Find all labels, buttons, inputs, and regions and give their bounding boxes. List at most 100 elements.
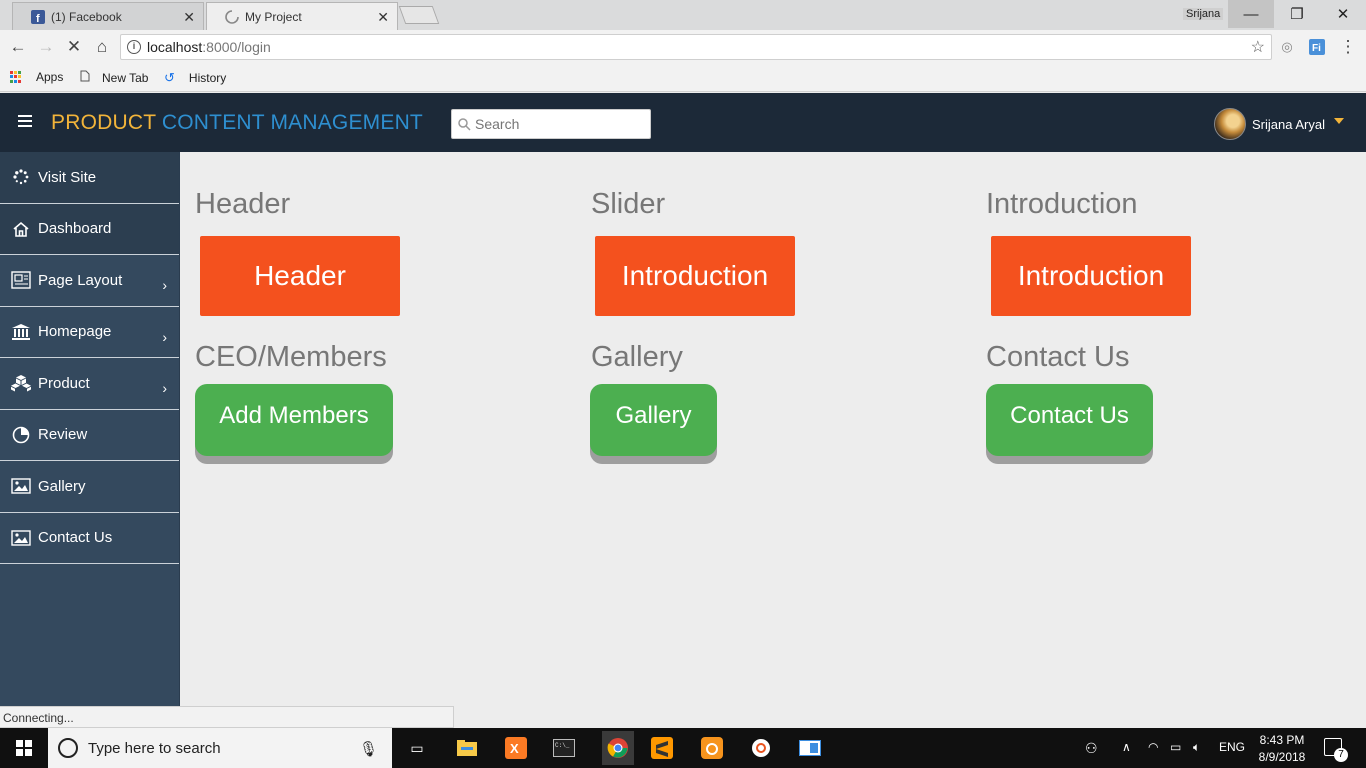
chevron-right-icon: ›: [162, 277, 167, 293]
bookmark-apps[interactable]: Apps: [10, 70, 63, 84]
section-title-ceo-members: CEO/Members: [195, 341, 387, 373]
section-title-gallery: Gallery: [591, 341, 683, 373]
extension-fi-icon[interactable]: Fi: [1307, 37, 1327, 57]
taskbar-search[interactable]: Type here to search 🎙: [48, 728, 392, 768]
browser-profile-name[interactable]: Srijana: [1183, 8, 1224, 20]
pie-chart-icon: [10, 425, 32, 445]
header-button[interactable]: Header: [200, 236, 400, 316]
clock-date: 8/9/2018: [1258, 750, 1306, 764]
new-tab-button[interactable]: [398, 6, 440, 24]
stop-loading-icon[interactable]: ✕: [64, 37, 84, 57]
cubes-icon: [10, 373, 32, 393]
volume-icon[interactable]: 🔈︎: [1193, 740, 1200, 755]
sublime-text-icon[interactable]: [650, 736, 674, 760]
svg-text:C:\_: C:\_: [555, 742, 570, 749]
xampp-icon[interactable]: X: [504, 736, 528, 760]
ubuntu-icon[interactable]: [749, 736, 773, 760]
tab-label: (1) Facebook: [51, 9, 122, 24]
wifi-icon[interactable]: ◠: [1148, 740, 1158, 754]
sidebar-item-page-layout[interactable]: Page Layout ›: [0, 255, 179, 307]
chrome-icon[interactable]: [602, 731, 634, 765]
tab-label: My Project: [245, 9, 302, 24]
search-box[interactable]: [451, 109, 651, 139]
close-window-icon[interactable]: ✕: [1320, 0, 1366, 28]
sidebar-item-label: Review: [38, 426, 88, 444]
home-icon[interactable]: ⌂: [92, 37, 112, 57]
sidebar-item-product[interactable]: Product ›: [0, 358, 179, 410]
home-icon: [10, 219, 32, 239]
svg-text:Fi: Fi: [1312, 43, 1321, 54]
add-members-button[interactable]: Add Members: [195, 384, 393, 456]
hamburger-menu-icon[interactable]: [18, 115, 32, 127]
brand-part-cms: CONTENT MANAGEMENT: [161, 111, 423, 134]
introduction-button[interactable]: Introduction: [991, 236, 1191, 316]
notification-center-icon[interactable]: 7: [1324, 738, 1348, 762]
facebook-icon: f: [31, 9, 45, 24]
sidebar-item-homepage[interactable]: Homepage ›: [0, 307, 179, 358]
tab-facebook[interactable]: f (1) Facebook ✕: [12, 2, 204, 30]
uc-browser-icon[interactable]: [700, 736, 724, 760]
taskbar-clock[interactable]: 8:43 PM 8/9/2018: [1254, 732, 1310, 766]
sidebar-item-label: Page Layout: [38, 271, 123, 289]
contact-us-button[interactable]: Contact Us: [986, 384, 1153, 456]
search-input[interactable]: [475, 116, 645, 132]
user-name: Srijana Aryal: [1252, 116, 1325, 132]
cortana-icon: [58, 738, 78, 758]
gallery-button[interactable]: Gallery: [590, 384, 717, 456]
people-icon[interactable]: ⚇: [1085, 740, 1098, 757]
svg-text:X: X: [510, 741, 519, 756]
browser-status: Connecting...: [0, 706, 454, 728]
dashboard-main: Header Header Slider Introduction Introd…: [180, 152, 1366, 706]
menu-icon[interactable]: ⋮: [1338, 37, 1358, 57]
task-view-icon[interactable]: ▭: [405, 736, 429, 760]
slider-introduction-button[interactable]: Introduction: [595, 236, 795, 316]
forward-icon[interactable]: →: [36, 37, 56, 57]
loading-spinner-icon: [225, 9, 239, 24]
caret-down-icon: [1333, 118, 1344, 124]
taskbar-search-text: Type here to search: [88, 739, 221, 757]
bookmark-new-tab[interactable]: New Tab: [80, 70, 148, 85]
sidebar-item-label: Gallery: [38, 477, 86, 495]
image-icon: [10, 528, 32, 548]
image-icon: [10, 476, 32, 496]
tab-my-project[interactable]: My Project ✕: [206, 2, 398, 30]
brand-title[interactable]: PRODUCT CONTENT MANAGEMENT: [51, 111, 423, 135]
url-input[interactable]: i localhost:8000/login ☆: [120, 34, 1272, 60]
language-indicator[interactable]: ENG: [1219, 740, 1245, 754]
avatar: [1214, 108, 1246, 140]
restore-icon[interactable]: ❐: [1274, 0, 1320, 28]
sidebar: Visit Site Dashboard Page Layout › Homep…: [0, 152, 180, 706]
sidebar-item-label: Visit Site: [38, 168, 97, 186]
sidebar-item-dashboard[interactable]: Dashboard: [0, 203, 179, 255]
windows-start-icon[interactable]: [16, 740, 32, 756]
file-explorer-icon[interactable]: [455, 736, 479, 760]
bank-icon: [10, 322, 32, 342]
close-tab-icon[interactable]: ✕: [183, 9, 195, 26]
url-host: localhost: [147, 39, 203, 55]
sidebar-item-contact-us[interactable]: Contact Us: [0, 513, 179, 564]
chevron-right-icon: ›: [162, 328, 167, 345]
sidebar-item-gallery[interactable]: Gallery: [0, 461, 179, 513]
microphone-icon[interactable]: 🎙: [359, 740, 378, 758]
chevron-right-icon: ›: [162, 380, 167, 396]
user-menu[interactable]: Srijana Aryal: [1214, 108, 1344, 140]
terminal-icon[interactable]: C:\_: [552, 736, 576, 760]
battery-icon[interactable]: ▭: [1170, 740, 1181, 754]
sidebar-item-label: Contact Us: [38, 529, 113, 547]
windows-taskbar: Type here to search 🎙 ▭ X C:\_ ⚇ ∧ ◠ ▭ 🔈…: [0, 728, 1366, 768]
extension-icon[interactable]: ◎: [1277, 37, 1297, 57]
back-icon[interactable]: ←: [8, 37, 28, 57]
close-tab-icon[interactable]: ✕: [377, 9, 389, 26]
sidebar-item-visit-site[interactable]: Visit Site: [0, 152, 179, 204]
minimize-icon[interactable]: —: [1228, 0, 1274, 28]
history-icon: ↺: [164, 70, 175, 85]
section-title-slider: Slider: [591, 188, 666, 220]
bookmark-history[interactable]: ↺ History: [164, 70, 226, 86]
brand-part-product: PRODUCT: [51, 111, 156, 134]
bookmark-star-icon[interactable]: ☆: [1251, 37, 1265, 57]
chevron-up-icon[interactable]: ∧: [1122, 740, 1131, 754]
window-app-icon[interactable]: [798, 736, 822, 760]
sidebar-item-review[interactable]: Review: [0, 410, 179, 461]
info-icon[interactable]: i: [127, 40, 141, 54]
svg-text:f: f: [36, 13, 40, 24]
